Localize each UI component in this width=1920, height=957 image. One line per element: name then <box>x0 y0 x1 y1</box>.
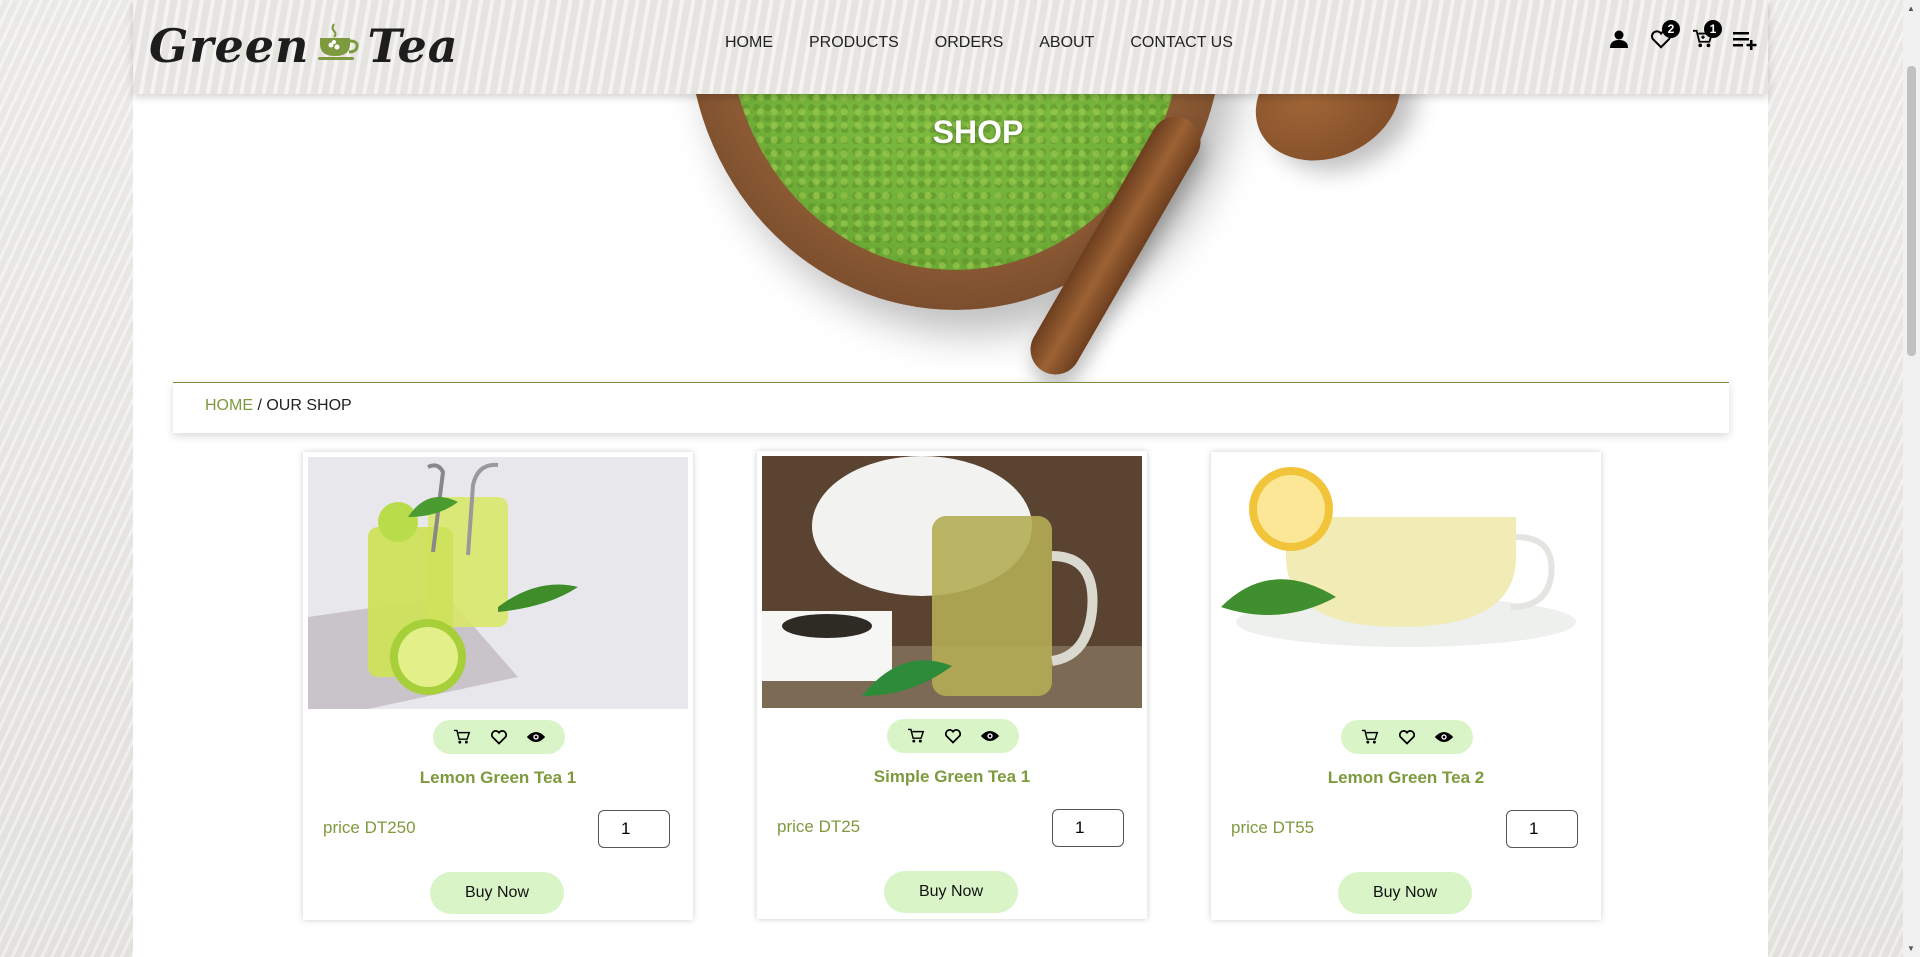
product-actions <box>887 719 1019 753</box>
add-to-cart-icon[interactable] <box>449 724 475 750</box>
hero-title: SHOP <box>932 114 1024 150</box>
scrollbar-thumb[interactable] <box>1907 66 1916 356</box>
playlist-add-icon <box>1732 28 1758 55</box>
logo-text-green: Green <box>149 19 310 73</box>
heart-icon[interactable] <box>1394 724 1420 750</box>
main-nav: HOME PRODUCTS ORDERS ABOUT CONTACT US <box>725 34 1269 52</box>
product-card: Lemon Green Tea 1 price DT250 Buy Now <box>303 452 693 920</box>
product-name[interactable]: Lemon Green Tea 2 <box>1211 768 1601 788</box>
logo[interactable]: Green Tea <box>149 14 458 78</box>
add-to-cart-icon[interactable] <box>903 723 929 749</box>
buy-now-button[interactable]: Buy Now <box>430 872 564 914</box>
logo-text-tea: Tea <box>367 19 459 73</box>
wishlist-count-badge: 2 <box>1662 20 1680 38</box>
quantity-input[interactable] <box>1052 809 1124 847</box>
nav-contact[interactable]: CONTACT US <box>1130 34 1233 52</box>
nav-home[interactable]: HOME <box>725 34 773 52</box>
breadcrumb-home-link[interactable]: HOME <box>205 397 253 414</box>
product-image-lemon-tea-cup[interactable] <box>1216 457 1596 709</box>
vertical-scrollbar[interactable]: ▲ ▼ <box>1903 0 1920 957</box>
header-icons: 2 1 <box>1598 20 1766 56</box>
scroll-up-icon[interactable]: ▲ <box>1907 4 1915 13</box>
heart-icon[interactable] <box>940 723 966 749</box>
product-actions <box>1341 720 1473 754</box>
product-price: price DT250 <box>323 818 416 837</box>
quantity-input[interactable] <box>598 810 670 848</box>
nav-products[interactable]: PRODUCTS <box>809 34 899 52</box>
wishlist-button[interactable]: 2 <box>1640 20 1682 56</box>
eye-icon[interactable] <box>1431 724 1457 750</box>
heart-icon[interactable] <box>486 724 512 750</box>
scroll-down-icon[interactable]: ▼ <box>1907 944 1915 953</box>
buy-now-button[interactable]: Buy Now <box>1338 872 1472 914</box>
product-image-lemon-iced-tea[interactable] <box>308 457 688 709</box>
product-price: price DT55 <box>1231 818 1315 837</box>
cart-button[interactable]: 1 <box>1682 20 1724 56</box>
cart-count-badge: 1 <box>1704 20 1722 38</box>
quantity-input[interactable] <box>1506 810 1578 848</box>
breadcrumb-separator: / <box>253 397 267 414</box>
product-image-green-tea-mug[interactable] <box>762 456 1142 708</box>
eye-icon[interactable] <box>523 724 549 750</box>
nav-about[interactable]: ABOUT <box>1039 34 1094 52</box>
menu-button[interactable] <box>1724 26 1766 56</box>
product-card: Lemon Green Tea 2 price DT55 Buy Now <box>1211 452 1601 920</box>
product-name[interactable]: Simple Green Tea 1 <box>757 767 1147 787</box>
breadcrumb: HOME / OUR SHOP <box>173 382 1729 433</box>
nav-orders[interactable]: ORDERS <box>935 34 1003 52</box>
user-icon <box>1609 29 1629 54</box>
product-card: Simple Green Tea 1 price DT25 Buy Now <box>757 451 1147 919</box>
site-header: Green Tea HOME PRODUCTS ORDERS ABOUT CON… <box>133 0 1768 94</box>
product-name[interactable]: Lemon Green Tea 1 <box>303 768 693 788</box>
eye-icon[interactable] <box>977 723 1003 749</box>
product-actions <box>433 720 565 754</box>
page-container: SHOP Green Tea HOME PRODUCTS ORDERS ABOU… <box>133 0 1768 957</box>
user-button[interactable] <box>1598 26 1640 56</box>
product-price: price DT25 <box>777 817 861 836</box>
tea-cup-icon <box>316 19 362 73</box>
breadcrumb-current: OUR SHOP <box>266 397 352 414</box>
buy-now-button[interactable]: Buy Now <box>884 871 1018 913</box>
add-to-cart-icon[interactable] <box>1357 724 1383 750</box>
